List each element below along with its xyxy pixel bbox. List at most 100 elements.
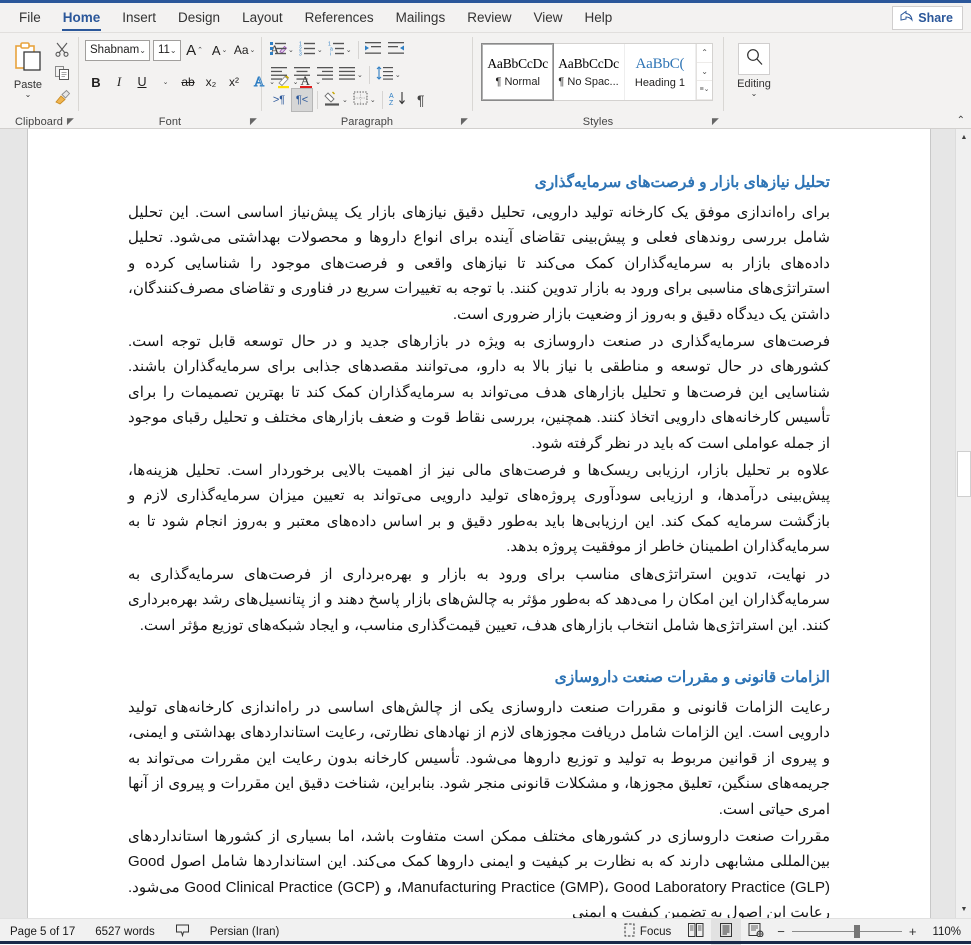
scroll-down-button[interactable]: ▼	[956, 901, 971, 918]
change-case-label: Aa	[233, 43, 249, 57]
zoom-thumb[interactable]	[853, 925, 860, 938]
ribbon-group-clipboard: Paste ⌄ Clipboard ◥	[0, 33, 78, 129]
tab-file[interactable]: File	[8, 6, 52, 32]
zoom-track[interactable]	[791, 925, 902, 938]
ltr-text-direction-button[interactable]: >¶	[268, 88, 290, 112]
style-name: ¶ Normal	[495, 76, 540, 88]
read-mode-icon	[688, 923, 704, 940]
increase-indent-button[interactable]	[386, 38, 408, 62]
show-formatting-marks-button[interactable]: ¶	[410, 88, 432, 112]
line-spacing-button[interactable]: ⌄	[374, 63, 403, 87]
bold-button[interactable]: B	[85, 70, 107, 94]
sort-button[interactable]: A Z	[387, 88, 409, 112]
editing-button[interactable]: Editing ⌄	[724, 37, 784, 98]
styles-dialog-launcher[interactable]: ◥	[712, 116, 719, 127]
align-left-button[interactable]	[268, 63, 290, 87]
tab-mailings[interactable]: Mailings	[385, 6, 457, 32]
italic-button[interactable]: I	[108, 70, 130, 94]
style-normal[interactable]: AaBbCcDc ¶ Normal	[480, 43, 555, 101]
web-layout-icon	[748, 923, 764, 940]
bullets-button[interactable]: ⌄	[268, 38, 296, 62]
style-heading-1[interactable]: AaBbC( Heading 1	[625, 44, 697, 100]
strikethrough-label: ab	[181, 75, 195, 89]
font-name-combobox[interactable]: Shabnam ⌄	[85, 39, 150, 61]
document-body[interactable]: تحلیل نیازهای بازار و فرصت‌های سرمایه‌گذ…	[28, 129, 930, 918]
zoom-in-button[interactable]: +	[909, 924, 917, 939]
share-button[interactable]: Share	[892, 6, 963, 30]
paste-icon	[11, 41, 45, 78]
zoom-slider[interactable]: − +	[771, 924, 922, 939]
zoom-out-button[interactable]: −	[777, 924, 785, 939]
document-canvas[interactable]: تحلیل نیازهای بازار و فرصت‌های سرمایه‌گذ…	[0, 129, 971, 918]
styles-more-icon: ≡⌄	[699, 86, 710, 94]
ribbon-tab-strip: File Home Insert Design Layout Reference…	[0, 3, 971, 33]
multilevel-list-button[interactable]: 1 a i ⌄	[326, 38, 354, 62]
tab-home[interactable]: Home	[52, 6, 112, 32]
styles-more-button[interactable]: ≡⌄	[697, 81, 713, 101]
tab-review[interactable]: Review	[456, 6, 522, 32]
rtl-text-direction-button[interactable]: ¶<	[291, 87, 313, 112]
ribbon-group-paragraph: ⌄ 1 2 3 ⌄ 1 a i ⌄ ⌄ ⌄ >¶ ¶< ⌄ ⌄ A Z ¶ Pa…	[262, 33, 472, 129]
styles-scroll-down-button[interactable]: ⌄	[697, 63, 713, 82]
shrink-font-button[interactable]: A ⌄	[209, 38, 231, 62]
shading-button[interactable]: ⌄	[322, 88, 350, 112]
align-center-icon	[293, 66, 311, 83]
underline-options-caret[interactable]: ⌄	[154, 70, 176, 94]
editing-caret-icon[interactable]: ⌄	[751, 90, 758, 98]
tab-view[interactable]: View	[522, 6, 573, 32]
borders-button[interactable]: ⌄	[351, 88, 378, 112]
align-left-icon	[270, 66, 288, 83]
shading-icon	[324, 91, 341, 109]
copy-button[interactable]	[48, 63, 76, 87]
font-dialog-launcher[interactable]: ◥	[250, 116, 257, 127]
style-no-spacing[interactable]: AaBbCcDc ¶ No Spac...	[553, 44, 625, 100]
justify-button[interactable]: ⌄	[337, 63, 365, 87]
tab-insert[interactable]: Insert	[111, 6, 167, 32]
focus-icon	[623, 923, 636, 940]
align-right-button[interactable]	[314, 63, 336, 87]
document-page[interactable]: تحلیل نیازهای بازار و فرصت‌های سرمایه‌گذ…	[27, 129, 931, 918]
change-case-button[interactable]: Aa ⌄	[234, 38, 256, 62]
italic-label: I	[116, 74, 122, 89]
underline-label: U	[137, 75, 147, 89]
strikethrough-button[interactable]: ab	[177, 70, 199, 94]
paragraph: در نهایت، تدوین استراتژی‌های مناسب برای …	[128, 565, 830, 634]
format-painter-button[interactable]	[48, 87, 76, 111]
paragraph-dialog-launcher[interactable]: ◥	[461, 116, 468, 127]
superscript-button[interactable]: x²	[223, 70, 245, 94]
underline-button[interactable]: U	[131, 70, 153, 94]
chevron-down-icon: ⌄	[139, 45, 146, 55]
vertical-scrollbar[interactable]: ▲ ▼	[955, 129, 971, 918]
superscript-label: x²	[229, 75, 239, 89]
styles-scroll-up-button[interactable]: ⌃	[697, 44, 713, 63]
align-right-icon	[316, 66, 334, 83]
svg-text:A: A	[389, 93, 394, 100]
decrease-indent-button[interactable]	[363, 38, 385, 62]
ribbon: Paste ⌄ Clipboard ◥ Shabnam ⌄ 11 ⌄ A ⌃ A…	[0, 33, 971, 129]
tab-help[interactable]: Help	[574, 6, 624, 32]
line-spacing-icon	[376, 66, 394, 83]
scroll-up-button[interactable]: ▲	[956, 129, 971, 146]
font-size-combobox[interactable]: 11 ⌄	[152, 39, 181, 61]
scrollbar-thumb[interactable]	[957, 451, 971, 497]
tab-design[interactable]: Design	[167, 6, 231, 32]
grow-font-label: A	[186, 41, 197, 59]
editing-icon-box	[738, 43, 770, 75]
subscript-button[interactable]: x₂	[200, 70, 222, 94]
cut-button[interactable]	[48, 39, 76, 63]
collapse-ribbon-button[interactable]: ⌃	[957, 115, 965, 126]
align-center-button[interactable]	[291, 63, 313, 87]
grow-font-button[interactable]: A ⌃	[184, 38, 206, 62]
tab-layout[interactable]: Layout	[231, 6, 294, 32]
copy-icon	[54, 65, 70, 86]
paste-button[interactable]: Paste ⌄	[4, 37, 52, 99]
share-label: Share	[918, 10, 953, 25]
tab-references[interactable]: References	[294, 6, 385, 32]
rtl-direction-icon: ¶<	[295, 93, 309, 106]
numbering-button[interactable]: 1 2 3 ⌄	[297, 38, 325, 62]
clipboard-dialog-launcher[interactable]: ◥	[67, 116, 74, 127]
paste-caret-icon[interactable]: ⌄	[25, 91, 32, 99]
ribbon-group-font: Shabnam ⌄ 11 ⌄ A ⌃ A ⌄ Aa ⌄ A B I U ⌄ ab…	[79, 33, 321, 129]
font-name-value: Shabnam	[90, 44, 140, 56]
